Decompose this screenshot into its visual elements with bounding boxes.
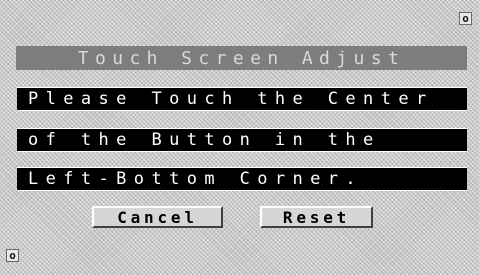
instruction-line-2: of the Button in the <box>17 128 467 152</box>
cancel-button[interactable]: Cancel <box>92 206 223 228</box>
instruction-line-1: Please Touch the Center <box>17 87 467 111</box>
calibration-target-bottom-left[interactable]: o <box>6 249 19 262</box>
instruction-line-3: Left-Bottom Corner. <box>17 167 467 191</box>
touch-calibration-screen: o Touch Screen Adjust Please Touch the C… <box>0 0 479 275</box>
calibration-target-top-right[interactable]: o <box>459 12 472 25</box>
dialog-title: Touch Screen Adjust <box>16 46 467 70</box>
reset-button[interactable]: Reset <box>260 206 373 228</box>
